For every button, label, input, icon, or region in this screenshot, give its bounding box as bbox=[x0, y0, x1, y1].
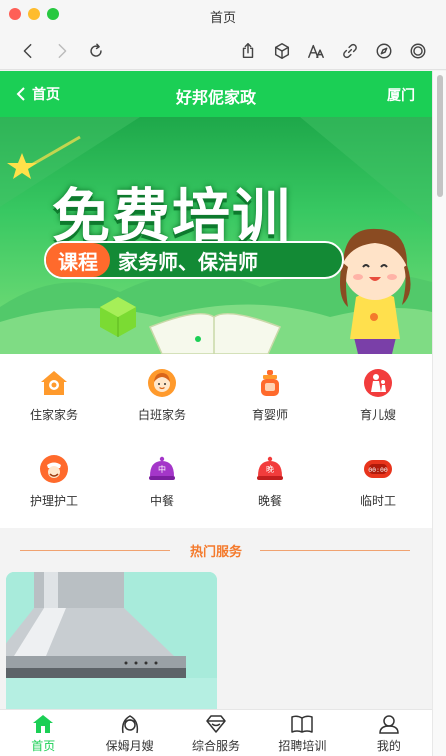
page-scrollbar[interactable] bbox=[432, 71, 446, 756]
house-icon bbox=[41, 371, 67, 395]
diamond-icon bbox=[206, 715, 226, 733]
lunch-cloche-icon: 中 bbox=[149, 456, 175, 480]
clock-icon: 00:00 bbox=[364, 460, 392, 478]
section-divider-left bbox=[20, 550, 170, 551]
text-size-icon[interactable] bbox=[306, 41, 326, 61]
reload-icon[interactable] bbox=[86, 41, 106, 61]
close-window-button[interactable] bbox=[9, 8, 21, 20]
category-live-in-housework[interactable]: 住家家务 bbox=[0, 354, 108, 426]
user-icon bbox=[379, 715, 399, 734]
cube-icon[interactable] bbox=[272, 41, 292, 61]
web-content: 首页 好邦伲家政 厦门 免费培训 课程 家务师、保洁师 住家家务 白班家务 育婴… bbox=[0, 71, 432, 756]
nanny-icon bbox=[121, 715, 138, 734]
city-selector[interactable]: 厦门 bbox=[387, 85, 415, 105]
category-temp-worker[interactable]: 00:00 临时工 bbox=[324, 440, 432, 512]
tab-services[interactable]: 综合服务 bbox=[173, 710, 259, 756]
share-icon[interactable] bbox=[238, 41, 258, 61]
nurse-icon bbox=[40, 455, 68, 483]
section-divider-right bbox=[260, 550, 410, 551]
baby-bottle-icon bbox=[261, 370, 279, 396]
browser-window: 首页 首页 好邦伲家政 厦门 免费培训 课程 家务师、保洁师 住家家务 白班家务… bbox=[0, 0, 446, 756]
course-tag: 课程 bbox=[46, 243, 110, 277]
section-title: 热门服务 bbox=[181, 540, 250, 560]
tab-recruit[interactable]: 招聘培训 bbox=[259, 710, 345, 756]
scrollbar-thumb[interactable] bbox=[437, 75, 443, 197]
minimize-window-button[interactable] bbox=[28, 8, 40, 20]
forward-arrow-icon[interactable] bbox=[52, 41, 72, 61]
zoom-window-button[interactable] bbox=[47, 8, 59, 20]
bottom-tab-bar: 首页 保姆月嫂 综合服务 招聘培训 我的 bbox=[0, 709, 432, 756]
title-bar: 首页 bbox=[0, 0, 446, 32]
range-hood-image bbox=[6, 572, 217, 722]
svg-text:中: 中 bbox=[158, 464, 166, 474]
banner-subtitle-pill: 课程 家务师、保洁师 bbox=[44, 241, 344, 279]
promo-banner[interactable]: 免费培训 课程 家务师、保洁师 bbox=[0, 117, 432, 354]
category-dinner[interactable]: 晚 晚餐 bbox=[216, 440, 324, 512]
tab-home[interactable]: 首页 bbox=[0, 710, 86, 756]
back-arrow-icon[interactable] bbox=[18, 41, 38, 61]
browser-toolbar bbox=[0, 32, 446, 70]
category-lunch[interactable]: 中 中餐 bbox=[108, 440, 216, 512]
traffic-lights bbox=[9, 8, 59, 20]
page-title: 好邦伲家政 bbox=[175, 90, 256, 107]
carousel-indicator[interactable] bbox=[195, 336, 201, 342]
target-icon[interactable] bbox=[408, 41, 428, 61]
woman-face-icon bbox=[148, 369, 176, 397]
category-nursing-care[interactable]: 护理护工 bbox=[0, 440, 108, 512]
compass-icon[interactable] bbox=[374, 41, 394, 61]
category-nursery-teacher[interactable]: 育婴师 bbox=[216, 354, 324, 426]
service-card[interactable] bbox=[6, 572, 217, 722]
svg-text:晚: 晚 bbox=[266, 464, 274, 474]
mother-child-icon bbox=[364, 369, 392, 397]
banner-subtitle: 家务师、保洁师 bbox=[118, 251, 258, 274]
link-icon[interactable] bbox=[340, 41, 360, 61]
tab-mine[interactable]: 我的 bbox=[346, 710, 432, 756]
svg-text:00:00: 00:00 bbox=[368, 466, 388, 474]
category-grid: 住家家务 白班家务 育婴师 育儿嫂 护理护工 中 中餐 晚 晚餐 00:00 临… bbox=[0, 354, 432, 528]
section-heading: 热门服务 bbox=[0, 528, 432, 572]
book-icon bbox=[291, 715, 314, 733]
window-title: 首页 bbox=[209, 9, 236, 25]
dinner-cloche-icon: 晚 bbox=[257, 456, 283, 480]
category-day-housework[interactable]: 白班家务 bbox=[108, 354, 216, 426]
category-childcare[interactable]: 育儿嫂 bbox=[324, 354, 432, 426]
home-icon bbox=[33, 715, 54, 733]
tab-nanny[interactable]: 保姆月嫂 bbox=[86, 710, 172, 756]
app-header: 首页 好邦伲家政 厦门 bbox=[0, 71, 432, 117]
